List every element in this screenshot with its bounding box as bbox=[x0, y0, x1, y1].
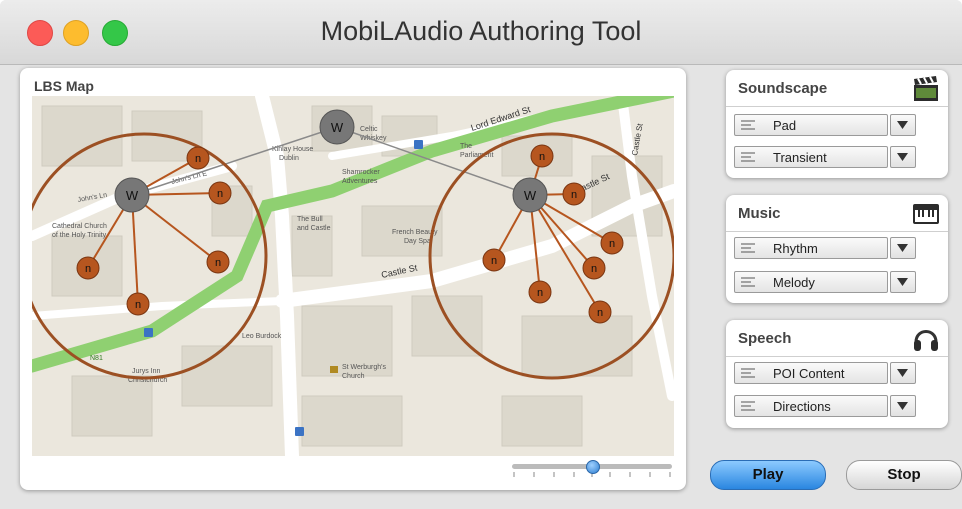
lines-icon bbox=[741, 120, 755, 130]
label-shamrocker2: Adventures bbox=[342, 178, 378, 185]
lines-icon bbox=[741, 152, 755, 162]
chevron-down-icon bbox=[897, 402, 908, 410]
map-panel-title: LBS Map bbox=[34, 78, 94, 94]
lbs-map-panel: LBS Map Lord Edward St Castle St Castle … bbox=[20, 68, 686, 490]
panel-divider bbox=[726, 356, 948, 357]
dropdown-pad-arrow[interactable] bbox=[890, 114, 916, 136]
dropdown-rhythm-label: Rhythm bbox=[773, 241, 818, 256]
dropdown-directions-arrow[interactable] bbox=[890, 395, 916, 417]
label-st-werburgh2: Church bbox=[342, 373, 365, 380]
label-st-werburgh: St Werburgh's bbox=[342, 364, 387, 371]
label-kinlay2: Dublin bbox=[279, 155, 299, 162]
lines-icon bbox=[741, 401, 755, 411]
title-bar: MobiLAudio Authoring Tool bbox=[0, 0, 962, 65]
bus-icon bbox=[295, 427, 304, 436]
dropdown-melody[interactable]: Melody bbox=[734, 271, 888, 293]
label-leo: Leo Burdock bbox=[242, 333, 282, 340]
dropdown-poi-content-arrow[interactable] bbox=[890, 362, 916, 384]
node-label: n bbox=[571, 189, 577, 201]
node-label: n bbox=[597, 307, 603, 319]
dropdown-directions[interactable]: Directions bbox=[734, 395, 888, 417]
dropdown-transient-label: Transient bbox=[773, 150, 827, 165]
lines-icon bbox=[741, 368, 755, 378]
soundscape-panel: Soundscape Pad Transient bbox=[726, 70, 948, 178]
clapperboard-icon bbox=[914, 76, 938, 101]
chevron-down-icon bbox=[897, 369, 908, 377]
dropdown-melody-arrow[interactable] bbox=[890, 271, 916, 293]
node-label: n bbox=[215, 257, 221, 269]
dropdown-poi-content[interactable]: POI Content bbox=[734, 362, 888, 384]
dropdown-rhythm[interactable]: Rhythm bbox=[734, 237, 888, 259]
dropdown-transient-arrow[interactable] bbox=[890, 146, 916, 168]
node-label: n bbox=[609, 238, 615, 250]
lines-icon bbox=[741, 277, 755, 287]
node-label: n bbox=[135, 299, 141, 311]
label-cathedral: Cathedral Church bbox=[52, 223, 107, 230]
slider-knob[interactable] bbox=[586, 460, 600, 474]
lbs-map[interactable]: Lord Edward St Castle St Castle St Castl… bbox=[32, 96, 674, 456]
node-label: n bbox=[491, 255, 497, 267]
church-icon bbox=[330, 366, 338, 373]
keyboard-icon bbox=[913, 204, 939, 224]
headphones-icon bbox=[914, 330, 938, 351]
center-hub-label: W bbox=[331, 120, 344, 135]
dropdown-pad[interactable]: Pad bbox=[734, 114, 888, 136]
lines-icon bbox=[741, 243, 755, 253]
play-button[interactable]: Play bbox=[710, 460, 826, 490]
label-celtic: Celtic bbox=[360, 126, 378, 133]
bus-icon bbox=[414, 140, 423, 149]
hub-label: W bbox=[524, 188, 537, 203]
music-title: Music bbox=[738, 205, 781, 222]
node-label: n bbox=[537, 287, 543, 299]
label-jurys: Jurys Inn bbox=[132, 368, 161, 375]
dropdown-melody-label: Melody bbox=[773, 275, 815, 290]
music-panel: Music Rhythm Melody bbox=[726, 195, 948, 303]
label-the-parliament: The bbox=[460, 143, 472, 150]
speech-title: Speech bbox=[738, 330, 792, 347]
dropdown-rhythm-arrow[interactable] bbox=[890, 237, 916, 259]
app-window: MobiLAudio Authoring Tool LBS Map Lord E… bbox=[0, 0, 962, 509]
node-label: n bbox=[539, 151, 545, 163]
bus-icon bbox=[144, 328, 153, 337]
chevron-down-icon bbox=[897, 278, 908, 286]
chevron-down-icon bbox=[897, 121, 908, 129]
label-bull2: and Castle bbox=[297, 225, 331, 232]
panel-divider bbox=[726, 231, 948, 232]
soundscape-title: Soundscape bbox=[738, 80, 828, 97]
label-route-n81: N81 bbox=[90, 355, 103, 362]
node-label: n bbox=[195, 153, 201, 165]
window-title: MobiLAudio Authoring Tool bbox=[320, 16, 642, 46]
dropdown-directions-label: Directions bbox=[773, 399, 831, 414]
stop-button[interactable]: Stop bbox=[846, 460, 962, 490]
zoom-slider[interactable] bbox=[512, 460, 672, 480]
label-french2: Day Spa bbox=[404, 238, 431, 245]
node-label: n bbox=[85, 263, 91, 275]
dropdown-poi-content-label: POI Content bbox=[773, 366, 845, 381]
panel-divider bbox=[726, 106, 948, 107]
dropdown-transient[interactable]: Transient bbox=[734, 146, 888, 168]
hub-label: W bbox=[126, 188, 139, 203]
chevron-down-icon bbox=[897, 244, 908, 252]
label-cathedral2: of the Holy Trinity bbox=[52, 232, 107, 239]
label-shamrocker: Shamrocker bbox=[342, 169, 380, 176]
node-label: n bbox=[591, 263, 597, 275]
speech-panel: Speech POI Content Directions bbox=[726, 320, 948, 428]
label-bull: The Bull bbox=[297, 216, 323, 223]
node-label: n bbox=[217, 188, 223, 200]
chevron-down-icon bbox=[897, 153, 908, 161]
dropdown-pad-label: Pad bbox=[773, 118, 797, 133]
